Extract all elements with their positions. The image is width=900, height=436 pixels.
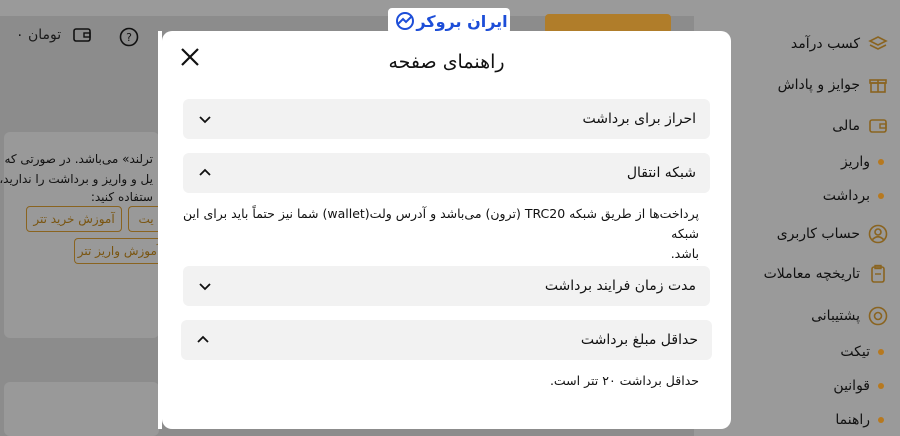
gift-icon bbox=[869, 79, 887, 93]
bullet-icon bbox=[878, 159, 884, 165]
accordion-withdraw-duration[interactable]: مدت زمان فرایند برداشت bbox=[183, 266, 710, 306]
sidebar-item-trade-history[interactable]: تاریخچه معاملات bbox=[764, 264, 888, 284]
sidebar-item-label: قوانین bbox=[833, 378, 870, 394]
guide-modal: راهنمای صفحه احراز برای برداشت شبکه انتق… bbox=[162, 31, 731, 429]
layers-icon bbox=[868, 36, 888, 50]
sidebar-item-label: کسب درآمد bbox=[790, 36, 860, 52]
chevron-up-icon bbox=[199, 168, 211, 176]
logo-text: ایران بروکر bbox=[416, 11, 508, 31]
chevron-down-icon bbox=[199, 116, 211, 124]
logo-chart-icon bbox=[396, 12, 415, 30]
sidebar-item-guide[interactable]: راهنما bbox=[835, 412, 884, 428]
header-balance[interactable]: ۰ تومان bbox=[16, 24, 93, 46]
sidebar-item-rules[interactable]: قوانین bbox=[833, 378, 884, 394]
accordion-minimum-withdraw[interactable]: حداقل مبلغ برداشت bbox=[181, 320, 712, 360]
content-line: پرداخت‌ها از طریق شبکه TRC20 (ترون) می‌ب… bbox=[183, 206, 699, 241]
accordion-content: پرداخت‌ها از طریق شبکه TRC20 (ترون) می‌ب… bbox=[162, 204, 699, 264]
sidebar-item-label: راهنما bbox=[835, 412, 870, 428]
wallet-icon bbox=[869, 119, 887, 133]
bullet-icon bbox=[878, 383, 884, 389]
deposit-tether-tutorial-button[interactable]: آموزش واریز تتر bbox=[74, 238, 163, 264]
balance-text: ۰ تومان bbox=[16, 27, 62, 43]
sidebar-item-withdraw[interactable]: برداشت bbox=[823, 188, 884, 204]
info-card: ترلند» می‌باشد. در صورتی که یل و واریز و… bbox=[0, 132, 163, 338]
info-text-line: ستفاده کنید: bbox=[90, 190, 153, 204]
content-line: باشد. bbox=[670, 246, 699, 261]
bullet-icon bbox=[878, 349, 884, 355]
sidebar-item-label: حساب کاربری bbox=[776, 226, 860, 242]
help-icon[interactable]: ? bbox=[118, 26, 140, 48]
sidebar-item-support[interactable]: پشتیبانی bbox=[811, 306, 888, 326]
sidebar-item-earn[interactable]: کسب درآمد bbox=[791, 34, 888, 54]
sidebar-item-label: برداشت bbox=[822, 188, 870, 204]
sidebar-item-label: تاریخچه معاملات bbox=[763, 266, 860, 282]
chevron-up-icon bbox=[197, 335, 209, 343]
bullet-icon bbox=[878, 193, 884, 199]
sidebar-item-label: واریز bbox=[840, 154, 870, 170]
sidebar-item-finance[interactable]: مالی bbox=[832, 116, 888, 136]
svg-text:?: ? bbox=[126, 31, 132, 44]
accordion-label: حداقل مبلغ برداشت bbox=[580, 332, 698, 348]
modal-title: راهنمای صفحه bbox=[388, 51, 505, 73]
accordion-label: شبکه انتقال bbox=[626, 165, 696, 181]
chevron-down-icon bbox=[199, 283, 211, 291]
sidebar-item-account[interactable]: حساب کاربری bbox=[777, 224, 888, 244]
buy-tether-tutorial-button[interactable]: آموزش خرید تتر bbox=[26, 206, 122, 232]
accordion-transfer-network[interactable]: شبکه انتقال bbox=[183, 153, 710, 193]
info-card-bottom bbox=[4, 382, 159, 436]
clipboard-icon bbox=[871, 264, 885, 283]
sidebar-item-rewards[interactable]: جوایز و پاداش bbox=[778, 75, 888, 95]
accordion-label: مدت زمان فرایند برداشت bbox=[544, 278, 696, 294]
accordion-content: حداقل برداشت ۲۰ تتر است. bbox=[550, 371, 699, 391]
lifebuoy-icon bbox=[868, 306, 888, 326]
accordion-label: احراز برای برداشت bbox=[582, 111, 696, 127]
sidebar-item-ticket[interactable]: تیکت bbox=[840, 344, 884, 360]
user-icon bbox=[868, 224, 888, 244]
bullet-icon bbox=[878, 417, 884, 423]
sidebar-item-label: تیکت bbox=[840, 344, 870, 360]
sidebar-item-label: مالی bbox=[832, 118, 860, 134]
wallet-icon[interactable] bbox=[71, 24, 93, 46]
sidebar-item-label: پشتیبانی bbox=[811, 308, 860, 324]
sidebar-item-label: جوایز و پاداش bbox=[777, 77, 860, 93]
info-text-line: ترلند» می‌باشد. در صورتی که bbox=[4, 152, 153, 166]
sidebar-item-deposit[interactable]: واریز bbox=[841, 154, 884, 170]
info-text-line: یل و واریز و برداشت را ندارید، bbox=[0, 172, 153, 186]
accordion-auth-for-withdraw[interactable]: احراز برای برداشت bbox=[183, 99, 710, 139]
content-line: حداقل برداشت ۲۰ تتر است. bbox=[549, 373, 699, 388]
